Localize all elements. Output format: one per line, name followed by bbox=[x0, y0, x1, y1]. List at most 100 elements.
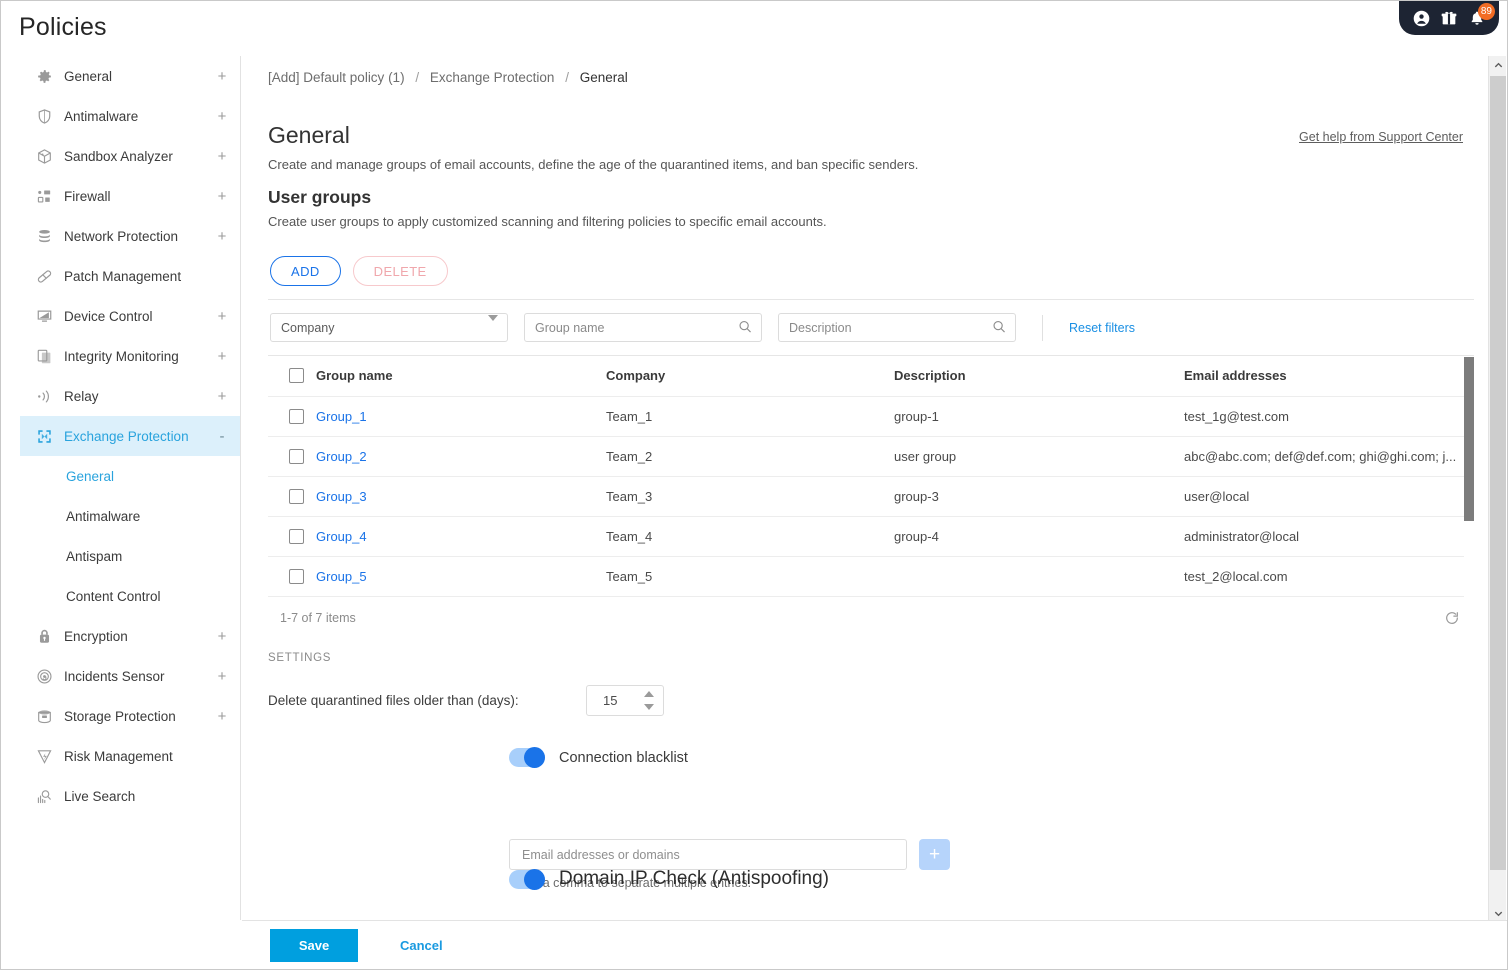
toggle-knob bbox=[524, 868, 545, 890]
table-header-row: Group name Company Description Email add… bbox=[268, 356, 1474, 397]
sidebar-item-storage-protection[interactable]: Storage Protection + bbox=[20, 696, 240, 736]
table-scrollbar[interactable] bbox=[1464, 356, 1474, 599]
sidebar-item-expander[interactable]: + bbox=[216, 149, 228, 164]
notifications-icon[interactable]: 89 bbox=[1468, 3, 1495, 27]
row-select-cell bbox=[268, 436, 316, 477]
table-row[interactable]: Group_4 Team_4 group-4 administrator@local bbox=[268, 516, 1474, 557]
column-header-company[interactable]: Company bbox=[606, 356, 894, 397]
sidebar-item-relay[interactable]: Relay + bbox=[20, 376, 240, 416]
cell-group-name: Group_4 bbox=[316, 516, 606, 557]
content-panel: [Add] Default policy (1) / Exchange Prot… bbox=[242, 56, 1490, 922]
blacklist-input[interactable]: Email addresses or domains bbox=[509, 839, 907, 870]
sidebar-item-expander[interactable]: - bbox=[216, 429, 228, 444]
sidebar-item-patch-management[interactable]: Patch Management bbox=[20, 256, 240, 296]
sidebar-item-expander[interactable]: + bbox=[216, 389, 228, 404]
group-link[interactable]: Group_5 bbox=[316, 569, 367, 584]
delete-button[interactable]: DELETE bbox=[352, 256, 448, 286]
breadcrumb-item-exchange-protection[interactable]: Exchange Protection bbox=[430, 70, 555, 85]
row-checkbox[interactable] bbox=[289, 408, 304, 424]
support-center-link[interactable]: Get help from Support Center bbox=[1299, 130, 1463, 144]
column-header-description[interactable]: Description bbox=[894, 356, 1184, 397]
settings-label: SETTINGS bbox=[268, 652, 332, 664]
group-link[interactable]: Group_2 bbox=[316, 449, 367, 464]
search-icon[interactable] bbox=[738, 319, 752, 336]
sidebar-item-label: General bbox=[64, 68, 113, 84]
table-row[interactable]: Group_3 Team_3 group-3 user@local bbox=[268, 476, 1474, 517]
sidebar-item-network-protection[interactable]: Network Protection + bbox=[20, 216, 240, 256]
refresh-icon[interactable] bbox=[1444, 610, 1474, 626]
sidebar-subitem-content-control[interactable]: Content Control bbox=[20, 576, 240, 616]
lock-icon bbox=[34, 626, 54, 646]
scroll-up-icon[interactable] bbox=[1489, 56, 1507, 74]
section-description: Create and manage groups of email accoun… bbox=[268, 157, 919, 172]
sidebar-item-sandbox-analyzer[interactable]: Sandbox Analyzer + bbox=[20, 136, 240, 176]
search-icon[interactable] bbox=[992, 319, 1006, 336]
sidebar-item-antimalware[interactable]: Antimalware + bbox=[20, 96, 240, 136]
cell-company: Team_2 bbox=[606, 436, 894, 477]
sidebar-item-encryption[interactable]: Encryption + bbox=[20, 616, 240, 656]
sidebar-item-device-control[interactable]: Device Control + bbox=[20, 296, 240, 336]
sidebar-item-risk-management[interactable]: Risk Management bbox=[20, 736, 240, 776]
sidebar-subitem-antimalware[interactable]: Antimalware bbox=[20, 496, 240, 536]
column-header-email-addresses[interactable]: Email addresses bbox=[1184, 356, 1474, 397]
sidebar-item-integrity-monitoring[interactable]: Integrity Monitoring + bbox=[20, 336, 240, 376]
account-icon[interactable] bbox=[1412, 9, 1430, 27]
column-header-group-name[interactable]: Group name bbox=[316, 356, 606, 397]
risk-icon bbox=[34, 746, 54, 766]
select-all-checkbox[interactable] bbox=[289, 368, 304, 384]
sidebar-subitem-antispam[interactable]: Antispam bbox=[20, 536, 240, 576]
group-link[interactable]: Group_1 bbox=[316, 409, 367, 424]
sidebar-item-expander[interactable]: + bbox=[216, 629, 228, 644]
sidebar-item-firewall[interactable]: Firewall + bbox=[20, 176, 240, 216]
row-checkbox[interactable] bbox=[289, 528, 304, 544]
sidebar-item-expander[interactable]: + bbox=[216, 69, 228, 84]
group-link[interactable]: Group_3 bbox=[316, 489, 367, 504]
sidebar-item-label: Patch Management bbox=[64, 268, 182, 284]
quarantine-days-stepper[interactable]: 15 bbox=[586, 685, 664, 716]
reset-filters-button[interactable]: Reset filters bbox=[1042, 314, 1135, 341]
sidebar-item-live-search[interactable]: Live Search bbox=[20, 776, 240, 816]
sidebar-item-general[interactable]: General + bbox=[20, 56, 240, 96]
gear-icon bbox=[34, 66, 54, 86]
quarantine-days-value[interactable]: 15 bbox=[587, 693, 617, 708]
row-select-cell bbox=[268, 516, 316, 557]
save-button[interactable]: Save bbox=[270, 928, 358, 962]
table-scrollbar-thumb[interactable] bbox=[1464, 357, 1474, 521]
page-scrollbar[interactable] bbox=[1488, 56, 1506, 922]
sidebar-item-expander[interactable]: + bbox=[216, 229, 228, 244]
cell-description: user group bbox=[894, 436, 1184, 477]
sidebar-item-expander[interactable]: + bbox=[216, 709, 228, 724]
sidebar-item-incidents-sensor[interactable]: Incidents Sensor + bbox=[20, 656, 240, 696]
cell-group-name: Group_1 bbox=[316, 396, 606, 437]
description-filter-input[interactable]: Description bbox=[778, 313, 1016, 342]
add-blacklist-entry-button[interactable]: + bbox=[919, 839, 950, 870]
group-link[interactable]: Group_4 bbox=[316, 529, 367, 544]
sidebar-item-expander[interactable]: + bbox=[216, 349, 228, 364]
page-scrollbar-thumb[interactable] bbox=[1490, 76, 1506, 870]
table-row[interactable]: Group_5 Team_5 test_2@local.com bbox=[268, 556, 1474, 597]
add-button[interactable]: ADD bbox=[270, 256, 341, 286]
sidebar-item-expander[interactable]: + bbox=[216, 309, 228, 324]
domain-ip-check-toggle[interactable] bbox=[509, 868, 545, 890]
sidebar-item-expander[interactable]: + bbox=[216, 189, 228, 204]
sidebar-item-exchange-protection[interactable]: Exchange Protection - bbox=[20, 416, 240, 456]
stepper-up-icon[interactable] bbox=[644, 691, 654, 697]
row-select-cell bbox=[268, 476, 316, 517]
table-row[interactable]: Group_2 Team_2 user group abc@abc.com; def@… bbox=[268, 436, 1474, 477]
sidebar-item-expander[interactable]: + bbox=[216, 669, 228, 684]
sidebar-subitem-general[interactable]: General bbox=[20, 456, 240, 496]
sidebar-item-expander[interactable]: + bbox=[216, 109, 228, 124]
stepper-down-icon[interactable] bbox=[644, 704, 654, 710]
company-filter-select[interactable]: Company bbox=[270, 313, 508, 342]
row-checkbox[interactable] bbox=[289, 568, 304, 584]
sidebar-item-label: Incidents Sensor bbox=[64, 668, 165, 684]
row-checkbox[interactable] bbox=[289, 448, 304, 464]
breadcrumb-item-policy[interactable]: [Add] Default policy (1) bbox=[268, 70, 405, 85]
gift-icon[interactable] bbox=[1440, 9, 1458, 27]
connection-blacklist-toggle[interactable] bbox=[509, 747, 545, 768]
table-row[interactable]: Group_1 Team_1 group-1 test_1g@test.com bbox=[268, 396, 1474, 437]
cancel-button[interactable]: Cancel bbox=[400, 938, 443, 953]
breadcrumb-item-current: General bbox=[579, 70, 628, 85]
group-name-filter-input[interactable]: Group name bbox=[524, 313, 762, 342]
row-checkbox[interactable] bbox=[289, 488, 304, 504]
